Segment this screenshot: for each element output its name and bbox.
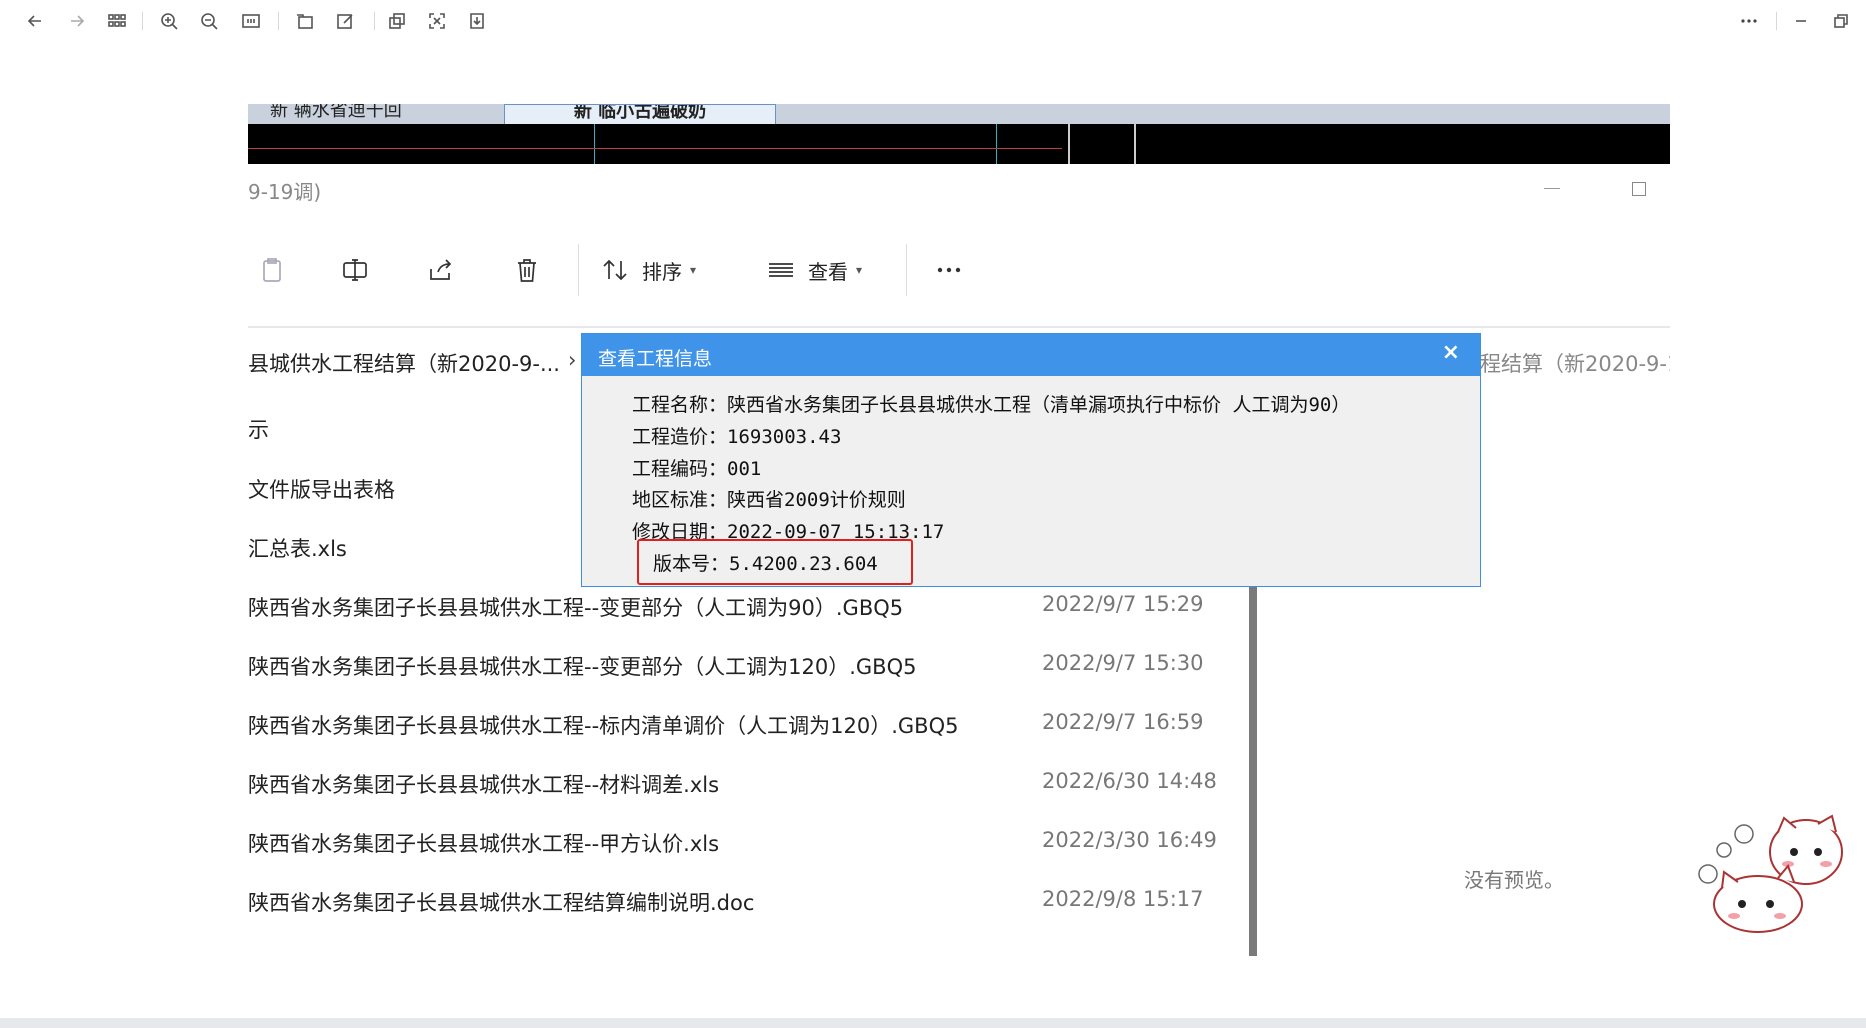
forward-icon[interactable] xyxy=(66,10,88,32)
app-tab-active: 新 临小古遍破奶 xyxy=(504,104,776,125)
file-name: 陕西省水务集团子长县县城供水工程--标内清单调价（人工调为120）.GBQ5 xyxy=(248,714,959,738)
info-label: 地区标准： xyxy=(632,489,728,511)
fit-icon[interactable] xyxy=(240,10,262,32)
info-value: 陕西省2009计价规则 xyxy=(727,489,906,511)
bottom-bar xyxy=(0,1018,1866,1028)
file-date: 2022/3/30 16:49 xyxy=(1042,828,1217,852)
viewer-toolbar xyxy=(0,0,1866,44)
copy-icon[interactable] xyxy=(386,10,408,32)
download-icon[interactable] xyxy=(466,10,488,32)
edit-icon[interactable] xyxy=(334,10,356,32)
strip-marker xyxy=(996,124,997,164)
command-divider xyxy=(906,244,907,296)
project-info-dialog: 查看工程信息 × 工程名称：陕西省水务集团子长县县城供水工程（清单漏项执行中标价… xyxy=(581,333,1481,587)
info-row-name: 工程名称：陕西省水务集团子长县县城供水工程（清单漏项执行中标价 人工调为90） xyxy=(632,390,1350,417)
back-icon[interactable] xyxy=(24,10,46,32)
file-row: 陕西省水务集团子长县县城供水工程--标内清单调价（人工调为120）.GBQ5 2… xyxy=(248,710,1248,750)
file-row: 陕西省水务集团子长县县城供水工程结算编制说明.doc 2022/9/8 15:1… xyxy=(248,887,1248,927)
list-item-fragment: 汇总表.xls xyxy=(248,537,347,561)
minimize-icon[interactable] xyxy=(1790,10,1812,32)
restore-icon[interactable] xyxy=(1830,10,1852,32)
list-item-fragment: 示 xyxy=(248,418,269,442)
info-value: 陕西省水务集团子长县县城供水工程（清单漏项执行中标价 人工调为90） xyxy=(727,394,1351,416)
share-icon xyxy=(426,230,456,310)
file-date: 2022/9/7 15:29 xyxy=(1042,592,1204,616)
address-bar-right: 程结算（新2020-9-1 xyxy=(1480,352,1670,376)
explorer-minimize-icon xyxy=(1544,188,1560,189)
info-value: 001 xyxy=(727,458,762,480)
file-row: 陕西省水务集团子长县县城供水工程--变更部分（人工调为90）.GBQ5 2022… xyxy=(248,592,1248,632)
sort-label: 排序 xyxy=(642,259,682,284)
chevron-down-icon: ▾ xyxy=(690,263,697,277)
info-label: 工程编码： xyxy=(632,458,728,480)
explorer-title: 9-19调) xyxy=(248,180,322,204)
file-row: 陕西省水务集团子长县县城供水工程--甲方认价.xls 2022/3/30 16:… xyxy=(248,828,1248,868)
app-tab-strip: 新 辆水省迪干回 新 临小古遍破奶 xyxy=(248,104,1670,125)
list-item-fragment: 文件版导出表格 xyxy=(248,478,395,502)
rename-icon xyxy=(340,230,370,310)
file-row: 陕西省水务集团子长县县城供水工程--变更部分（人工调为120）.GBQ5 202… xyxy=(248,651,1248,691)
chevron-right-icon: › xyxy=(568,348,577,372)
command-divider xyxy=(578,244,579,296)
grid-icon[interactable] xyxy=(106,10,128,32)
toolbar-divider xyxy=(142,12,143,30)
version-highlight-box xyxy=(637,539,913,585)
rotate-icon[interactable] xyxy=(294,10,316,32)
file-name: 陕西省水务集团子长县县城供水工程--变更部分（人工调为120）.GBQ5 xyxy=(248,655,917,679)
info-row-code: 工程编码：001 xyxy=(632,454,761,481)
delete-icon xyxy=(512,230,542,310)
toolbar-divider xyxy=(1776,12,1777,30)
info-row-region: 地区标准：陕西省2009计价规则 xyxy=(632,485,906,512)
address-bar-left: 县城供水工程结算（新2020-9-... xyxy=(248,352,560,376)
file-date: 2022/6/30 14:48 xyxy=(1042,769,1217,793)
strip-red-line xyxy=(248,148,1062,149)
file-row: 陕西省水务集团子长县县城供水工程--材料调差.xls 2022/6/30 14:… xyxy=(248,769,1248,809)
close-icon[interactable]: × xyxy=(1442,340,1460,365)
info-row-cost: 工程造价：1693003.43 xyxy=(632,422,841,449)
scrollbar xyxy=(1249,584,1257,956)
scan-icon[interactable] xyxy=(426,10,448,32)
more-icon[interactable] xyxy=(1738,10,1760,32)
no-preview-text: 没有预览。 xyxy=(1464,868,1564,892)
toolbar-divider xyxy=(374,12,375,30)
info-label: 工程造价： xyxy=(632,426,728,448)
strip-marker xyxy=(1068,124,1070,164)
view-button: 查看 ▾ xyxy=(766,230,862,310)
zoom-in-icon[interactable] xyxy=(158,10,180,32)
explorer-maximize-icon xyxy=(1632,182,1646,196)
toolbar-divider xyxy=(278,12,279,30)
file-date: 2022/9/8 15:17 xyxy=(1042,887,1204,911)
strip-marker xyxy=(594,124,595,164)
paste-icon xyxy=(258,230,288,310)
file-name: 陕西省水务集团子长县县城供水工程结算编制说明.doc xyxy=(248,891,755,915)
chevron-down-icon: ▾ xyxy=(856,263,863,277)
dialog-title: 查看工程信息 xyxy=(598,348,713,370)
more-options-icon xyxy=(934,230,964,310)
file-name: 陕西省水务集团子长县县城供水工程--甲方认价.xls xyxy=(248,832,720,856)
strip-marker xyxy=(1134,124,1136,164)
black-strip xyxy=(248,124,1670,164)
file-date: 2022/9/7 16:59 xyxy=(1042,710,1204,734)
dialog-title-bar: 查看工程信息 × xyxy=(582,334,1480,376)
cat-sticker-image xyxy=(1694,812,1850,938)
explorer-command-bar: 排序 ▾ 查看 ▾ xyxy=(248,230,1670,310)
app-tab: 新 辆水省迪干回 xyxy=(270,104,402,121)
sort-button: 排序 ▾ xyxy=(600,230,696,310)
file-name: 陕西省水务集团子长县县城供水工程--材料调差.xls xyxy=(248,773,720,797)
divider xyxy=(248,326,1670,328)
file-name: 陕西省水务集团子长县县城供水工程--变更部分（人工调为90）.GBQ5 xyxy=(248,596,904,620)
file-date: 2022/9/7 15:30 xyxy=(1042,651,1204,675)
zoom-out-icon[interactable] xyxy=(198,10,220,32)
info-value: 1693003.43 xyxy=(727,426,842,448)
view-label: 查看 xyxy=(808,259,848,284)
info-label: 工程名称： xyxy=(632,394,728,416)
